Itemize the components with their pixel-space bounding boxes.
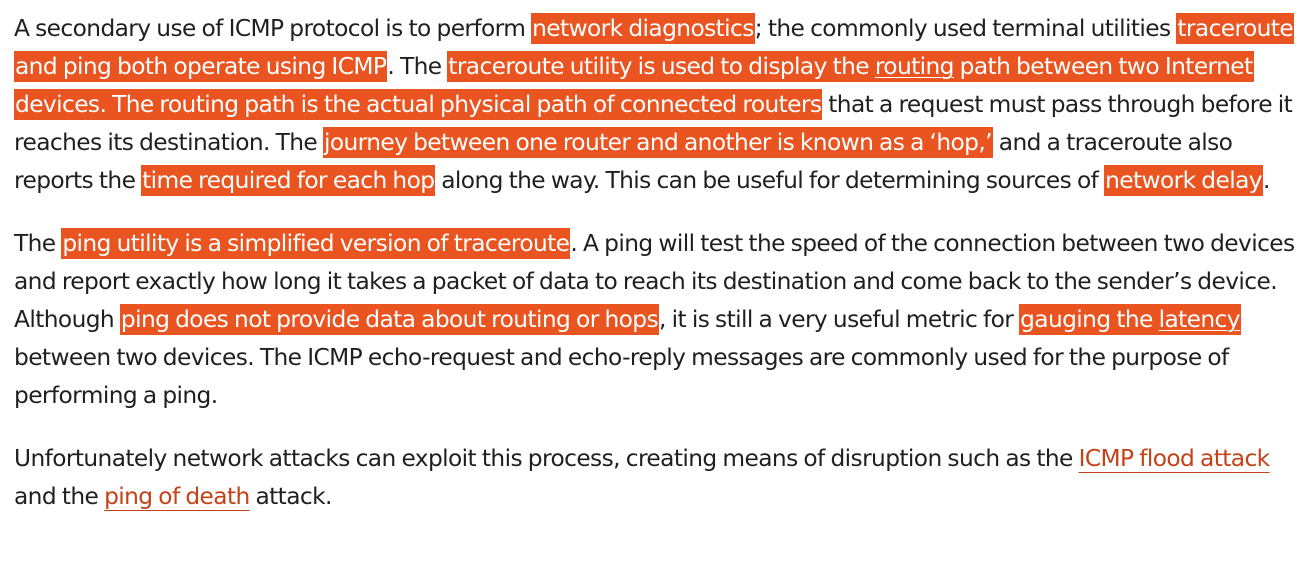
highlight-ping-simplified[interactable]: ping utility is a simplified version of … (61, 228, 571, 259)
plain-text: ; the commonly used terminal utilities (754, 15, 1177, 42)
paragraph-icmp-diagnostics: A secondary use of ICMP protocol is to p… (14, 10, 1299, 200)
highlight-text: traceroute utility is used to display th… (448, 53, 875, 80)
highlight-link-latency[interactable]: latency (1159, 306, 1241, 333)
plain-text: , it is still a very useful metric for (659, 306, 1020, 333)
plain-text: between two devices. The ICMP echo-reque… (14, 344, 1229, 409)
plain-text: . The (387, 53, 448, 80)
paragraph-ping-utility: The ping utility is a simplified version… (14, 225, 1299, 415)
plain-text: attack. (249, 483, 332, 510)
highlight-hop-definition[interactable]: journey between one router and another i… (322, 127, 993, 158)
plain-text: and the (14, 483, 105, 510)
highlight-time-per-hop[interactable]: time required for each hop (141, 165, 436, 196)
plain-text: . (1262, 167, 1270, 194)
highlight-network-diagnostics[interactable]: network diagnostics (531, 13, 755, 44)
link-icmp-flood-attack[interactable]: ICMP flood attack (1079, 445, 1271, 472)
highlight-text: gauging the (1020, 306, 1159, 333)
highlight-gauging-latency[interactable]: gauging the latency (1019, 304, 1241, 335)
plain-text: Unfortunately network attacks can exploi… (14, 445, 1079, 472)
paragraph-network-attacks: Unfortunately network attacks can exploi… (14, 440, 1299, 516)
highlight-link-routing[interactable]: routing (875, 53, 955, 80)
highlight-network-delay[interactable]: network delay (1104, 165, 1263, 196)
plain-text: A secondary use of ICMP protocol is to p… (14, 15, 532, 42)
link-ping-of-death[interactable]: ping of death (104, 483, 250, 510)
article-body: A secondary use of ICMP protocol is to p… (14, 0, 1299, 516)
plain-text: The (14, 230, 62, 257)
plain-text: along the way. This can be useful for de… (435, 167, 1105, 194)
highlight-ping-no-routing[interactable]: ping does not provide data about routing… (119, 304, 660, 335)
